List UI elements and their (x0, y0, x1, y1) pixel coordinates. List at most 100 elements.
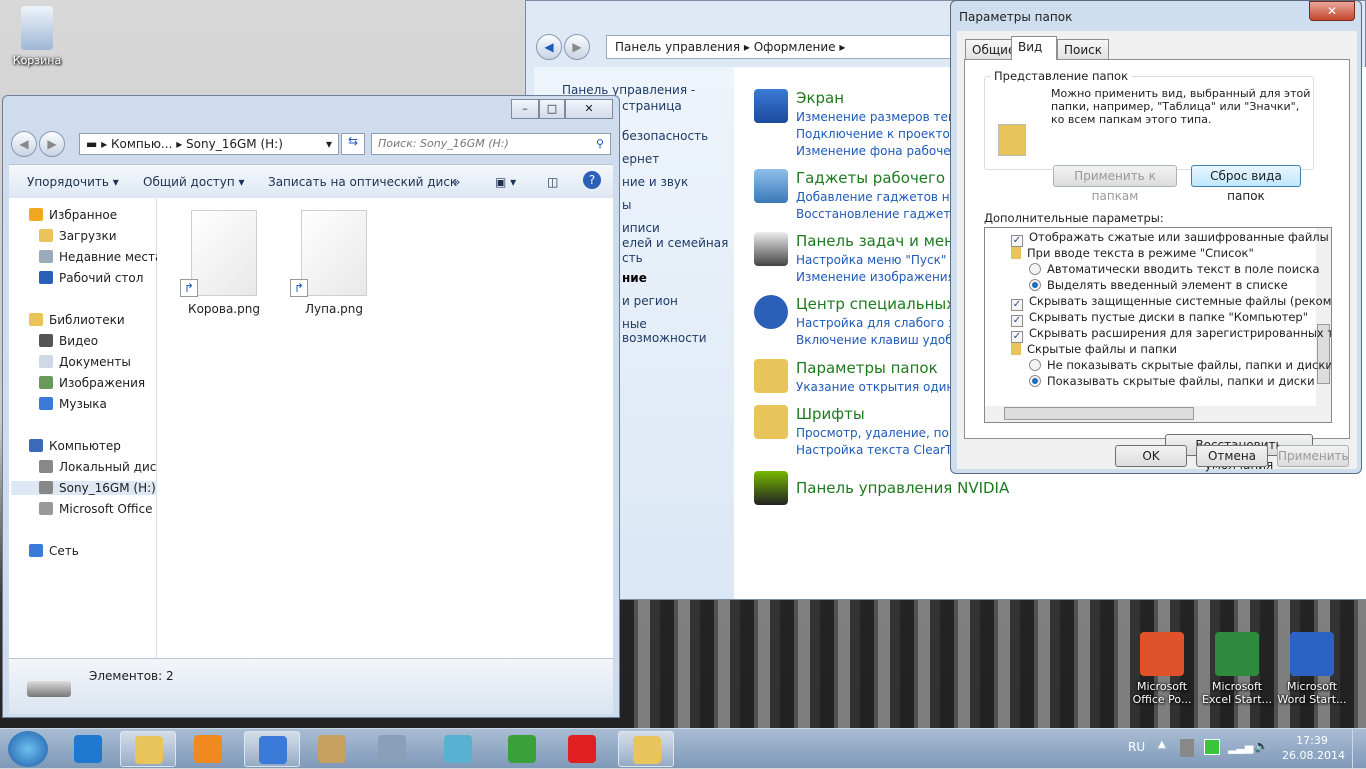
nav-item[interactable]: Sony_16GM (H:) (11, 481, 157, 495)
tab-view[interactable]: Вид (1011, 36, 1057, 60)
close-button[interactable]: ✕ (565, 99, 613, 119)
back-button[interactable]: ◀ (11, 131, 37, 157)
category-link[interactable]: Изменение фона рабочего (796, 144, 964, 158)
option-radio[interactable]: Показывать скрытые файлы, папки и диски (1029, 374, 1315, 388)
signal-icon[interactable]: ▂▃▅ (1228, 741, 1253, 754)
option-checkbox[interactable]: ✓ Отображать сжатые или зашифрованные фай… (1011, 230, 1331, 247)
nav-item[interactable]: Локальный диск (39, 460, 164, 474)
taskbar-item-notepad[interactable] (430, 731, 486, 767)
show-hidden-icons-button[interactable]: ▲ (1158, 739, 1166, 750)
burn-button[interactable]: Записать на оптический диск (268, 175, 457, 189)
option-checkbox[interactable]: ✓ Скрывать расширения для зарегистрирован… (1011, 326, 1331, 343)
category-title[interactable]: Панель управления NVIDIA (796, 479, 1009, 497)
nav-item[interactable]: Рабочий стол (39, 271, 143, 285)
close-button[interactable]: ✕ (1309, 1, 1355, 21)
category-link[interactable]: Просмотр, удаление, показ (796, 426, 970, 440)
network-status-icon[interactable] (1204, 739, 1220, 755)
category-title[interactable]: Панель задач и меню (796, 232, 967, 250)
help-icon[interactable]: ? (583, 171, 601, 189)
file-item[interactable]: ↱ Корова.png (179, 210, 269, 316)
taskbar-item-calculator[interactable] (364, 731, 420, 767)
option-checkbox[interactable]: ✓ Скрывать защищенные системные файлы (ре… (1011, 294, 1331, 311)
tab-search[interactable]: Поиск (1057, 39, 1110, 59)
nav-item[interactable]: Загрузки (39, 229, 117, 243)
category-title[interactable]: Экран (796, 89, 844, 107)
power-icon[interactable] (1180, 739, 1194, 757)
vertical-scrollbar[interactable] (1316, 228, 1331, 408)
cp-link[interactable]: иписи (622, 221, 660, 235)
search-input[interactable]: Поиск: Sony_16GM (H:) ⚲ (371, 133, 611, 155)
reset-folders-button[interactable]: Сброс вида папок (1191, 165, 1301, 203)
category-link[interactable]: Указание открытия одиноч (796, 380, 969, 394)
category-link[interactable]: Включение клавиш удобно (796, 333, 968, 347)
nav-item[interactable]: Недавние места (39, 250, 162, 264)
nav-item[interactable]: Компьютер (29, 439, 121, 453)
taskbar-item-download[interactable] (494, 731, 550, 767)
cp-link[interactable]: страница (622, 99, 682, 113)
organize-button[interactable]: Упорядочить ▾ (27, 175, 119, 189)
nav-item[interactable]: Сеть (29, 544, 79, 558)
category-link[interactable]: Изменение изображения в (796, 270, 966, 284)
nav-item[interactable]: Музыка (39, 397, 107, 411)
taskbar-item-yandex[interactable] (554, 731, 610, 767)
refresh-button[interactable]: ⇆ (341, 133, 365, 155)
cp-link[interactable]: ние и звук (622, 175, 688, 189)
language-indicator[interactable]: RU (1128, 740, 1145, 754)
scroll-thumb[interactable] (1004, 407, 1194, 420)
preview-pane-icon[interactable]: ◫ (547, 175, 558, 189)
nav-item[interactable]: Документы (39, 355, 131, 369)
address-bar[interactable]: ▬ ▸ Компью... ▸ Sony_16GM (H:) ▾ (79, 133, 339, 155)
category-title[interactable]: Центр специальных в (796, 295, 969, 313)
cancel-button[interactable]: Отмена (1196, 445, 1268, 467)
taskbar-item-media-player[interactable] (180, 731, 236, 767)
nav-item[interactable]: Microsoft Office C (39, 502, 165, 516)
forward-button[interactable]: ▶ (564, 34, 590, 60)
desktop-icon-excel[interactable]: Microsoft Excel Start... (1200, 632, 1274, 706)
cp-link[interactable]: сть (622, 251, 643, 265)
start-button[interactable] (8, 731, 48, 767)
back-button[interactable]: ◀ (536, 34, 562, 60)
desktop-icon-recycle-bin[interactable]: Корзина (0, 6, 74, 67)
share-button[interactable]: Общий доступ ▾ (143, 175, 245, 189)
option-radio[interactable]: Выделять введенный элемент в списке (1029, 278, 1288, 292)
cp-link[interactable]: елей и семейная (622, 236, 728, 250)
nav-item[interactable]: Изображения (39, 376, 145, 390)
apply-to-folders-button[interactable]: Применить к папкам (1053, 165, 1177, 203)
file-item[interactable]: ↱ Лупа.png (289, 210, 379, 316)
forward-button[interactable]: ▶ (39, 131, 65, 157)
nav-item[interactable]: Избранное (29, 208, 117, 222)
nav-item[interactable]: Видео (39, 334, 98, 348)
maximize-button[interactable]: □ (539, 99, 565, 119)
view-options-icon[interactable]: ▣ ▾ (495, 175, 516, 189)
cp-link[interactable]: ернет (622, 152, 659, 166)
minimize-button[interactable]: – (511, 99, 539, 119)
horizontal-scrollbar[interactable] (985, 406, 1331, 422)
chevron-down-icon[interactable]: ▾ (326, 137, 332, 151)
clock[interactable]: 17:39 26.08.2014 (1282, 733, 1345, 763)
taskbar-item-explorer[interactable] (120, 731, 176, 767)
taskbar-item-ie[interactable] (60, 731, 116, 767)
option-checkbox[interactable]: ✓ Скрывать пустые диски в папке "Компьюте… (1011, 310, 1308, 327)
ok-button[interactable]: OK (1115, 445, 1187, 467)
cp-link[interactable]: ные возможности (622, 317, 734, 345)
taskbar-item-control-panel[interactable] (244, 731, 300, 767)
category-link[interactable]: Подключение к проектору (796, 127, 965, 141)
option-radio[interactable]: Не показывать скрытые файлы, папки и дис… (1029, 358, 1331, 372)
category-link[interactable]: Настройка текста ClearType (796, 443, 972, 457)
option-radio[interactable]: Автоматически вводить текст в поле поиск… (1029, 262, 1320, 276)
category-link[interactable]: Настройка меню "Пуск" (796, 253, 946, 267)
volume-icon[interactable]: 🔈 (1254, 739, 1269, 753)
category-link[interactable]: Добавление гаджетов на ра (796, 190, 976, 204)
cp-link[interactable]: и регион (622, 294, 678, 308)
desktop-icon-word[interactable]: Microsoft Word Start... (1275, 632, 1349, 706)
taskbar-item-paint[interactable] (304, 731, 360, 767)
nav-item[interactable]: Библиотеки (29, 313, 125, 327)
cp-link[interactable]: безопасность (622, 129, 708, 143)
category-title[interactable]: Параметры папок (796, 359, 938, 377)
apply-button[interactable]: Применить (1277, 445, 1349, 467)
taskbar-item-folder-options[interactable] (618, 731, 674, 767)
desktop-icon-powerpoint[interactable]: Microsoft Office Po... (1125, 632, 1199, 706)
cp-link[interactable]: ы (622, 198, 631, 212)
more-button[interactable]: » (453, 175, 460, 189)
show-desktop-button[interactable] (1352, 729, 1366, 769)
